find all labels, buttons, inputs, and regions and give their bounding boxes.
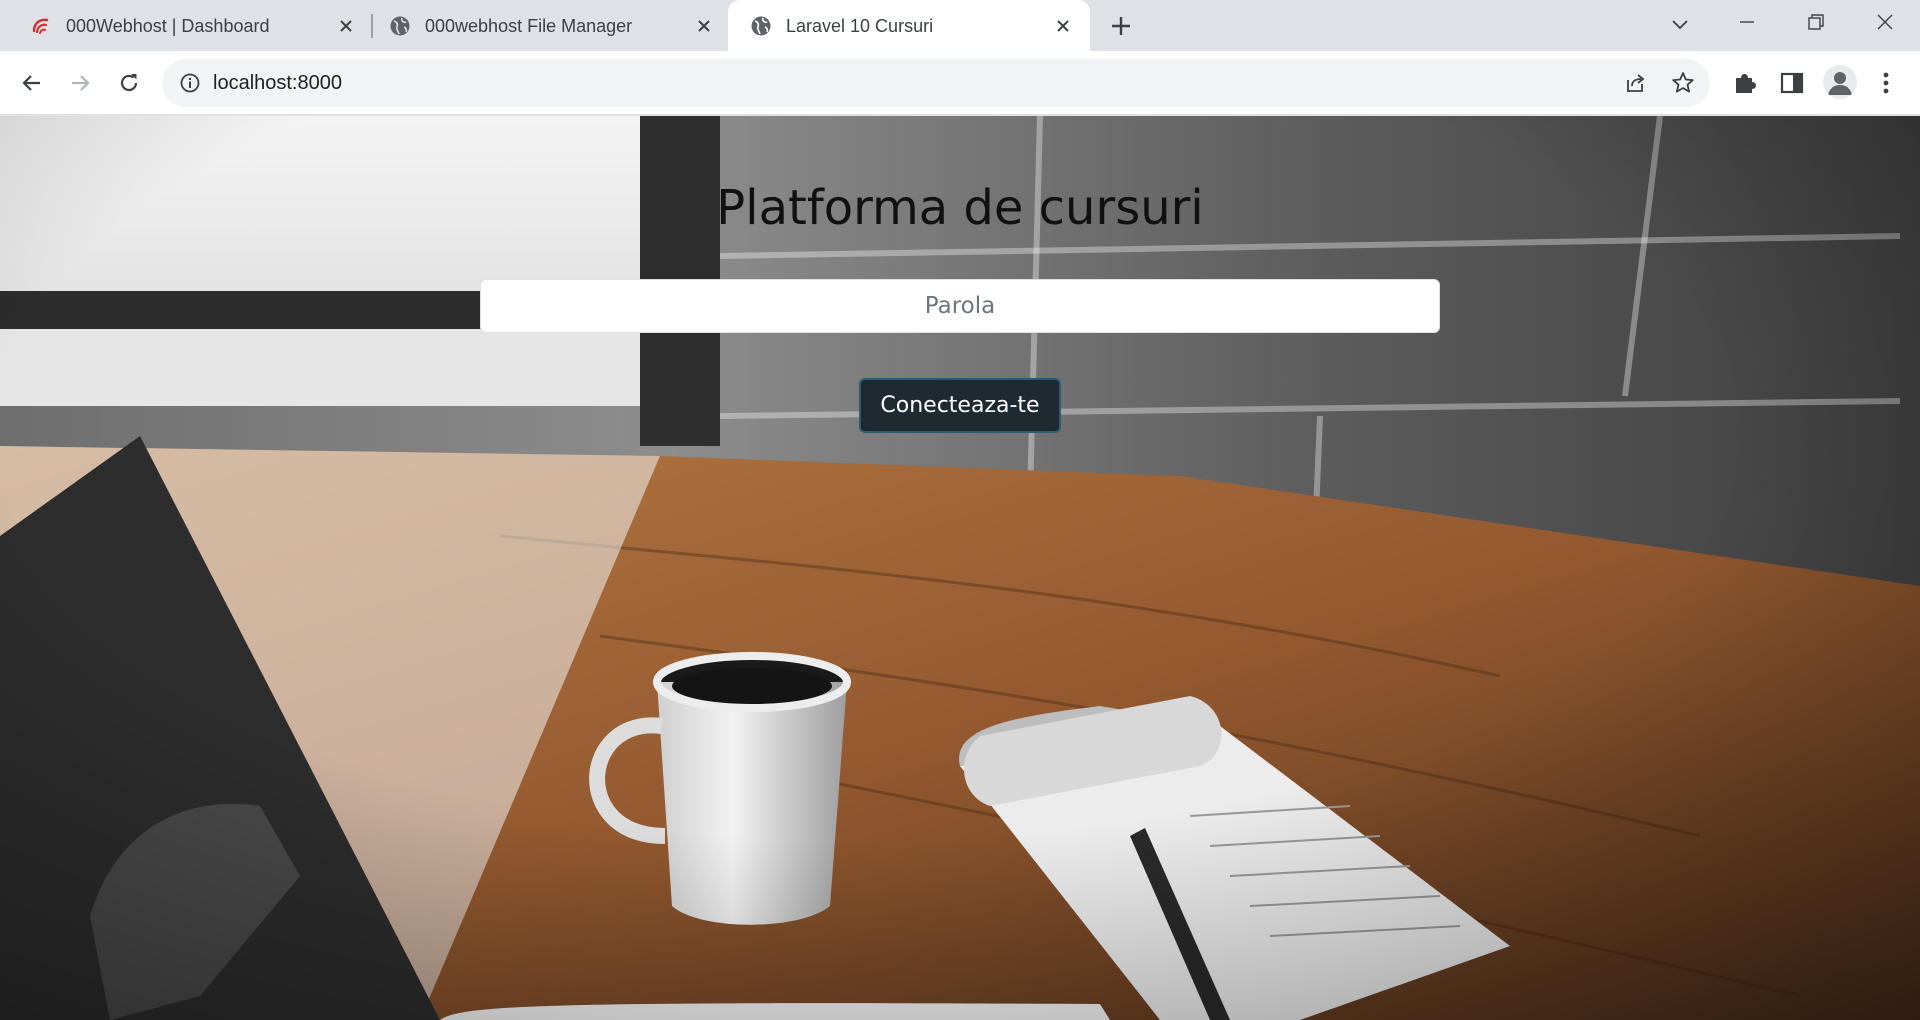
info-icon[interactable] [179,72,201,94]
close-icon[interactable] [334,14,358,38]
side-panel-icon[interactable] [1778,69,1806,97]
plus-icon[interactable] [1108,13,1134,39]
url-text: localhost:8000 [213,72,342,94]
tab-laravel-cursuri-active[interactable]: Laravel 10 Cursuri [728,0,1090,51]
background-photo [0,116,1920,1020]
tab-strip: 000Webhost | Dashboard 000webhost File M… [0,0,1920,51]
page-title: Platforma de cursuri [716,180,1204,236]
tab-title: 000webhost File Manager [425,16,633,36]
minimize-icon[interactable] [1729,8,1765,36]
avatar-icon[interactable] [1823,65,1857,99]
tab-000webhost-dashboard[interactable]: 000Webhost | Dashboard [8,0,366,51]
tab-title: Laravel 10 Cursuri [786,16,934,36]
puzzle-icon[interactable] [1730,69,1758,97]
address-bar[interactable]: localhost:8000 [162,59,1710,107]
000webhost-logo-icon [32,18,49,34]
arrow-right-icon[interactable] [65,68,95,98]
arrow-left-icon[interactable] [17,68,47,98]
login-button[interactable]: Conecteaza-te [859,378,1061,433]
reload-icon[interactable] [114,68,144,98]
kebab-menu-icon[interactable] [1874,69,1898,97]
tab-title: 000Webhost | Dashboard [66,16,270,36]
page-content: Platforma de cursuri Conecteaza-te [0,116,1920,1020]
chevron-down-icon[interactable] [1667,12,1693,38]
globe-icon [751,16,771,36]
window-close-icon[interactable] [1867,8,1903,36]
close-icon[interactable] [1051,14,1075,38]
close-icon[interactable] [692,14,716,38]
globe-icon [390,16,410,36]
restore-icon[interactable] [1798,8,1834,36]
share-icon[interactable] [1622,70,1648,96]
browser-toolbar: localhost:8000 [0,51,1920,115]
password-input[interactable] [480,279,1440,333]
star-icon[interactable] [1670,70,1696,96]
tab-file-manager[interactable]: 000webhost File Manager [367,0,729,51]
